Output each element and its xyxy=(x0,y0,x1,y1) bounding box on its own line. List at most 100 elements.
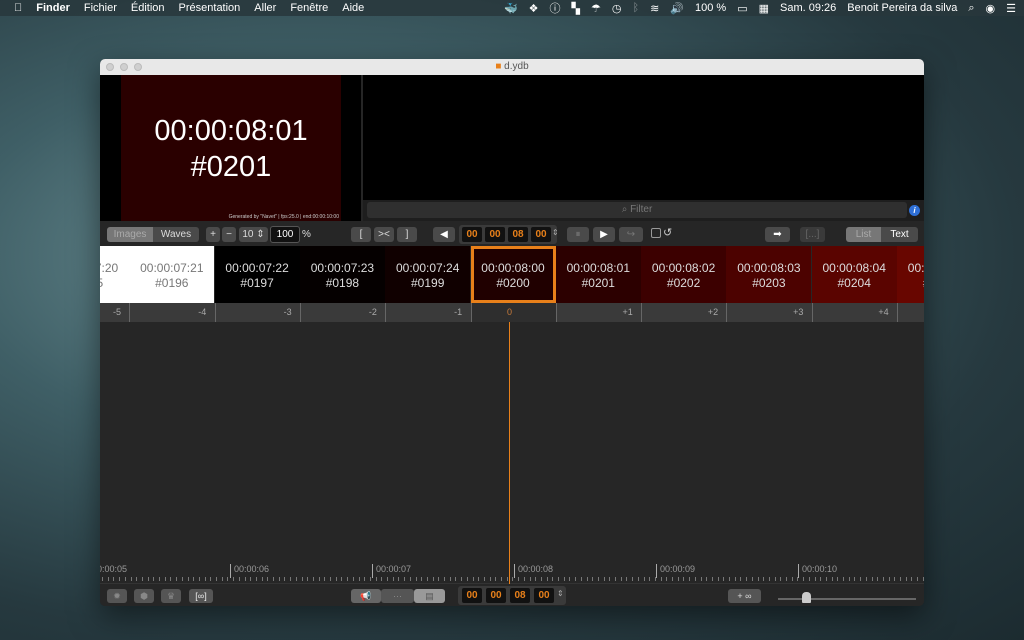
tc-minutes[interactable]: 00 xyxy=(485,227,505,242)
forward-button[interactable]: ➡ xyxy=(765,227,790,242)
offset-label[interactable]: +1 xyxy=(555,303,641,322)
btc-seconds[interactable]: 08 xyxy=(510,588,530,603)
zoom-out-button[interactable]: − xyxy=(222,227,236,242)
tc-seconds[interactable]: 08 xyxy=(508,227,528,242)
thumbnail[interactable]: 00:00:08:05#0205 xyxy=(897,246,924,303)
offset-label[interactable]: +2 xyxy=(641,303,726,322)
menu-aide[interactable]: Aide xyxy=(342,2,364,14)
tc-frames[interactable]: 00 xyxy=(531,227,551,242)
offset-label[interactable]: -3 xyxy=(214,303,300,322)
thumbnail[interactable]: 00:00:07:23 #0198 xyxy=(299,246,385,303)
plus-infinite-button[interactable]: + ∞ xyxy=(728,589,761,603)
thumbnail[interactable]: 00:00:07:22 #0197 xyxy=(214,246,300,303)
battery-text[interactable]: 100 % xyxy=(695,2,726,14)
volume-icon[interactable]: 🔊 xyxy=(670,2,684,15)
thumbnail[interactable]: 00:00:08:01 #0201 xyxy=(555,246,641,303)
window-icon[interactable]: ▚ xyxy=(572,2,580,15)
calendar-icon[interactable]: ▦ xyxy=(759,2,769,15)
frames-mode-button[interactable]: ▤ xyxy=(414,589,445,603)
thumbnail[interactable]: 00:00:07:21 #0196 xyxy=(129,246,215,303)
list-panel[interactable] xyxy=(363,75,924,200)
btc-minutes[interactable]: 00 xyxy=(486,588,506,603)
filter-input[interactable]: ⌕ Filter xyxy=(367,202,907,218)
timeline-ruler[interactable]: 00:00:05 00:00:06 00:00:07 00:00:08 00:00:09… xyxy=(100,560,924,584)
apple-menu-icon[interactable]:  xyxy=(14,2,22,14)
menu-aller[interactable]: Aller xyxy=(254,2,276,14)
menu-presentation[interactable]: Présentation xyxy=(179,2,241,14)
film-mode-button[interactable]: ⋯ xyxy=(381,589,414,603)
step-back-button[interactable]: ◀ xyxy=(433,227,455,242)
spotlight-icon[interactable]: ⌕ xyxy=(968,2,974,15)
pause-button[interactable]: ⏸ xyxy=(567,227,589,242)
offset-label[interactable]: +4 xyxy=(811,303,897,322)
menu-fenetre[interactable]: Fenêtre xyxy=(290,2,328,14)
offset-label[interactable]: -2 xyxy=(299,303,385,322)
thumbnail-timecode: 00:00:08:02 xyxy=(651,261,716,275)
thumbnail[interactable]: 00:00:08:03 #0203 xyxy=(726,246,812,303)
battery-icon[interactable]: ▭ xyxy=(737,2,747,15)
thumbnail[interactable]: 00:00:07:20#0195 xyxy=(100,246,129,303)
timeline-tick xyxy=(461,577,463,581)
step-stepper[interactable]: 10 ⇕ xyxy=(239,227,268,242)
playhead[interactable] xyxy=(509,322,510,584)
zoom-slider[interactable] xyxy=(778,598,916,600)
wifi-icon[interactable]: ≋ xyxy=(650,2,659,15)
crown-icon[interactable]: ♛ xyxy=(161,589,181,603)
mark-in-button[interactable]: [ xyxy=(351,227,371,242)
audio-mode-button[interactable]: 📢 xyxy=(351,589,381,603)
cube-icon[interactable]: ⬢ xyxy=(134,589,154,603)
play-button[interactable]: ▶ xyxy=(593,227,615,242)
list-tab[interactable]: List xyxy=(846,227,881,242)
dropbox-icon[interactable]: ❖ xyxy=(529,2,539,15)
thumbnail[interactable]: 00:00:08:04 #0204 xyxy=(811,246,897,303)
docker-icon[interactable]: 🐳 xyxy=(504,2,518,15)
offset-label[interactable]: -5 xyxy=(100,303,129,322)
loop-checkbox[interactable] xyxy=(651,228,661,238)
text-tab[interactable]: Text xyxy=(881,227,918,242)
thumbnail[interactable]: 00:00:07:24 #0199 xyxy=(385,246,471,303)
waves-tab[interactable]: Waves xyxy=(153,227,199,242)
timeline-tick xyxy=(204,577,206,581)
close-button[interactable] xyxy=(106,63,114,71)
notification-center-icon[interactable]: ☰ xyxy=(1006,2,1016,15)
clock[interactable]: Sam. 09:26 xyxy=(780,2,836,14)
zoom-percent-input[interactable]: 100 xyxy=(270,226,300,243)
redo-button[interactable]: ↪ xyxy=(619,227,643,242)
waveform-area[interactable] xyxy=(100,322,924,560)
bluetooth-icon[interactable]: ᛒ xyxy=(632,2,639,14)
minimize-button[interactable] xyxy=(120,63,128,71)
btc-hours[interactable]: 00 xyxy=(462,588,482,603)
ellipsis-button[interactable]: [...] xyxy=(800,227,825,242)
thumbnail[interactable]: 00:00:08:02 #0202 xyxy=(641,246,727,303)
mark-center-button[interactable]: >< xyxy=(374,227,394,242)
offset-label[interactable]: +5 xyxy=(897,303,924,322)
btc-stepper-icon[interactable]: ⇕ xyxy=(557,589,564,598)
offset-label[interactable]: -1 xyxy=(385,303,470,322)
user-name[interactable]: Benoit Pereira da silva xyxy=(847,2,957,14)
images-tab[interactable]: Images xyxy=(107,227,153,242)
timecode-field[interactable]: 00 00 08 00 ⇕ xyxy=(459,225,559,244)
info-icon[interactable]: i xyxy=(909,205,920,216)
time-machine-icon[interactable]: ◷ xyxy=(612,2,622,15)
accessibility-icon[interactable]: ⓘ xyxy=(550,0,561,16)
umbrella-icon[interactable]: ☂ xyxy=(591,2,601,15)
offset-label[interactable]: 0 xyxy=(470,303,556,322)
siri-icon[interactable]: ◉ xyxy=(986,2,996,15)
tc-stepper-icon[interactable]: ⇕ xyxy=(552,228,559,237)
zoom-slider-thumb[interactable] xyxy=(802,592,811,603)
zoom-button[interactable] xyxy=(134,63,142,71)
tc-hours[interactable]: 00 xyxy=(462,227,482,242)
offset-label[interactable]: -4 xyxy=(129,303,214,322)
loop-infinite-button[interactable]: [∞] xyxy=(189,589,213,603)
bug-icon[interactable]: ✹ xyxy=(107,589,127,603)
mark-out-button[interactable]: ] xyxy=(397,227,417,242)
bottom-timecode-field[interactable]: 00 00 08 00 ⇕ xyxy=(458,586,566,605)
thumbnail-selected[interactable]: 00:00:08:00 #0200 xyxy=(470,246,556,303)
menu-app[interactable]: Finder xyxy=(36,2,70,14)
menu-edition[interactable]: Édition xyxy=(131,2,165,14)
timeline-label: 00:00:09 xyxy=(656,564,695,578)
offset-label[interactable]: +3 xyxy=(726,303,811,322)
menu-fichier[interactable]: Fichier xyxy=(84,2,117,14)
btc-frames[interactable]: 00 xyxy=(534,588,554,603)
zoom-in-button[interactable]: + xyxy=(206,227,220,242)
